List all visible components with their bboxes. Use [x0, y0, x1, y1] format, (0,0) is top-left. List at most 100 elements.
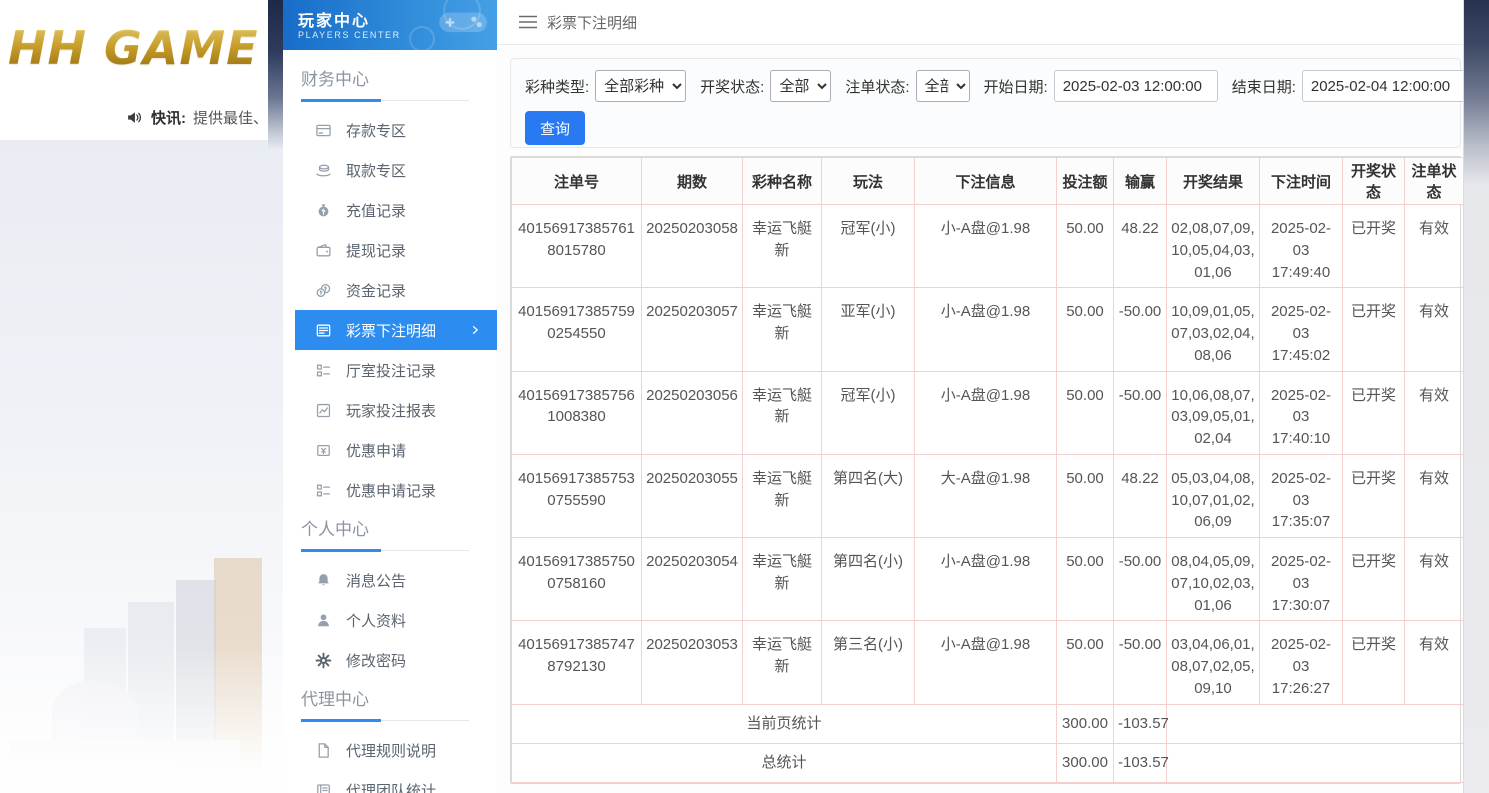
cell-play-type: 冠军(小) [821, 370, 915, 455]
cell-draw-result: 02,08,07,09,10,05,04,03,01,06 [1166, 203, 1260, 289]
column-header-draw-status: 开奖状态 [1342, 157, 1405, 205]
sidebar-menu: 财务中心存款专区取款专区充值记录 提现记录 资金记录彩票下注明细厅室投注记录 玩家投注… [283, 50, 497, 793]
column-header-bet-time: 下注时间 [1259, 157, 1343, 205]
summary-bet-total: 300.00 [1056, 703, 1114, 744]
table-header-row: 注单号 期数 彩种名称 玩法 下注信息 投注额 输赢 开奖结果 下注时间 开奖状态 注单状态 [511, 157, 1464, 205]
gear-icon [315, 652, 332, 669]
section-title: 财务中心 [301, 70, 369, 89]
sidebar-item-notice[interactable]: 消息公告 [295, 560, 497, 600]
main-panel: 彩票下注明细 彩种类型: 全部彩种 开奖状态: 全部 注单状态: 全部 开始日期… [497, 0, 1466, 793]
column-header-order-no: 注单号 [511, 157, 642, 205]
logo-box: HH GAME [0, 0, 268, 95]
column-header-draw-result: 开奖结果 [1166, 157, 1260, 205]
section-title: 个人中心 [301, 520, 369, 539]
cell-period: 20250203055 [641, 453, 743, 539]
cell-bet-amount: 50.00 [1056, 620, 1114, 705]
sidebar-header: 玩家中心 PLAYERS CENTER [283, 0, 497, 50]
draw-status-label: 开奖状态: [700, 78, 765, 96]
sidebar-item-label: 优惠申请 [346, 442, 407, 460]
draw-status-select[interactable]: 全部 [770, 70, 832, 102]
cell-draw-result: 08,04,05,09,07,10,02,03,01,06 [1166, 536, 1260, 622]
cell-order-no: 401569173857478792130 [511, 620, 642, 705]
background-right-strip [1463, 0, 1489, 793]
cell-bet-info: 小-A盘@1.98 [914, 287, 1057, 372]
cell-draw-status: 已开奖 [1342, 203, 1405, 289]
column-header-bet-info: 下注信息 [914, 157, 1057, 205]
cell-period: 20250203056 [641, 370, 743, 455]
sidebar-item-player-bet-report[interactable]: 玩家投注报表 [295, 390, 497, 430]
table-row: 401569173857590254550 20250203057 幸运飞艇新 亚军(… [511, 287, 1464, 372]
decor-ring [409, 26, 435, 50]
cell-bet-info: 小-A盘@1.98 [914, 203, 1057, 289]
sidebar-item-label: 取款专区 [346, 162, 407, 180]
withdraw-hand-icon [315, 162, 332, 179]
summary-empty [1166, 703, 1464, 744]
sidebar-item-recharge-records[interactable]: 充值记录 [295, 190, 497, 230]
logo: HH GAME [8, 20, 259, 75]
column-header-play-type: 玩法 [821, 157, 915, 205]
background-edge-strip [268, 0, 283, 150]
sidebar-item-label: 修改密码 [346, 652, 407, 670]
sidebar-item-deposit-zone[interactable]: 存款专区 [295, 110, 497, 150]
column-header-lottery-name: 彩种名称 [742, 157, 822, 205]
chevron-right-icon [469, 324, 481, 336]
summary-label: 总统计 [511, 742, 1057, 783]
sidebar-item-profile[interactable]: 个人资料 [295, 600, 497, 640]
order-status-select[interactable]: 全部 [915, 70, 970, 102]
cell-bet-amount: 50.00 [1056, 453, 1114, 539]
page: HH GAME 快讯: 提供最佳、 玩家中心 PLAYERS CENTER 财务… [0, 0, 1489, 793]
sidebar-item-promo-apply[interactable]: 优惠申请 [295, 430, 497, 470]
bets-table: 注单号 期数 彩种名称 玩法 下注信息 投注额 输赢 开奖结果 下注时间 开奖状态 注单状态 401… [511, 157, 1464, 783]
sidebar-item-lottery-bet-details[interactable]: 彩票下注明细 [295, 310, 497, 350]
cell-draw-status: 已开奖 [1342, 370, 1405, 455]
cell-order-status: 有效 [1404, 453, 1464, 539]
cell-draw-status: 已开奖 [1342, 287, 1405, 372]
table-body: 401569173857618015780 20250203058 幸运飞艇新 冠军(… [511, 203, 1464, 783]
sidebar-item-agent-team-stats[interactable]: 代理团队统计 [295, 770, 497, 793]
sidebar-item-change-password[interactable]: 修改密码 [295, 640, 497, 680]
cell-play-type: 亚军(小) [821, 287, 915, 372]
search-button[interactable]: 查询 [525, 111, 586, 145]
cell-draw-result: 10,09,01,05,07,03,02,04,08,06 [1166, 287, 1260, 372]
sidebar-item-agent-rules[interactable]: 代理规则说明 [295, 730, 497, 770]
sidebar-item-label: 优惠申请记录 [346, 482, 437, 500]
table-row: 401569173857500758160 20250203054 幸运飞艇新 第四名… [511, 536, 1464, 622]
promo-ticket-icon [315, 442, 332, 459]
cell-draw-status: 已开奖 [1342, 620, 1405, 705]
sidebar-item-funds-records[interactable]: 资金记录 [295, 270, 497, 310]
bell-icon [315, 572, 332, 589]
summary-empty [1166, 742, 1464, 783]
start-date-input[interactable] [1053, 70, 1218, 102]
list-squares-icon [315, 482, 332, 499]
speaker-icon [125, 109, 144, 126]
cell-draw-result: 10,06,08,07,03,09,05,01,02,04 [1166, 370, 1260, 455]
sidebar-item-promo-apply-records[interactable]: 优惠申请记录 [295, 470, 497, 510]
sidebar-item-withdraw-records[interactable]: 提现记录 [295, 230, 497, 270]
team-book-icon [315, 782, 332, 793]
cell-period: 20250203053 [641, 620, 743, 705]
cell-bet-time: 2025-02-03 17:35:07 [1259, 453, 1343, 539]
chart-report-icon [315, 402, 332, 419]
deposit-card-icon [315, 122, 332, 139]
sidebar-item-label: 彩票下注明细 [346, 322, 437, 340]
lottery-type-select[interactable]: 全部彩种 [595, 70, 687, 102]
cell-lottery-name: 幸运飞艇新 [742, 453, 822, 539]
cell-play-type: 第三名(小) [821, 620, 915, 705]
summary-row: 当前页统计 300.00 -103.57 [511, 703, 1464, 744]
cell-win-loss: -50.00 [1113, 620, 1167, 705]
sidebar-item-label: 代理规则说明 [346, 742, 437, 760]
cell-bet-amount: 50.00 [1056, 370, 1114, 455]
summary-label: 当前页统计 [511, 703, 1057, 744]
cell-order-status: 有效 [1404, 203, 1464, 289]
content-area: 彩种类型: 全部彩种 开奖状态: 全部 注单状态: 全部 开始日期: 结束日期: [497, 45, 1466, 793]
coins-icon [315, 282, 332, 299]
sidebar-item-hall-bet-records[interactable]: 厅室投注记录 [295, 350, 497, 390]
menu-toggle-icon[interactable] [519, 15, 537, 29]
background-fade [0, 643, 283, 793]
end-date-input[interactable] [1301, 70, 1466, 102]
column-header-win-loss: 输赢 [1113, 157, 1167, 205]
sidebar-item-withdraw-zone[interactable]: 取款专区 [295, 150, 497, 190]
cell-lottery-name: 幸运飞艇新 [742, 536, 822, 622]
players-center-title: 玩家中心 [298, 13, 371, 30]
summary-win-loss: -103.57 [1113, 703, 1169, 744]
